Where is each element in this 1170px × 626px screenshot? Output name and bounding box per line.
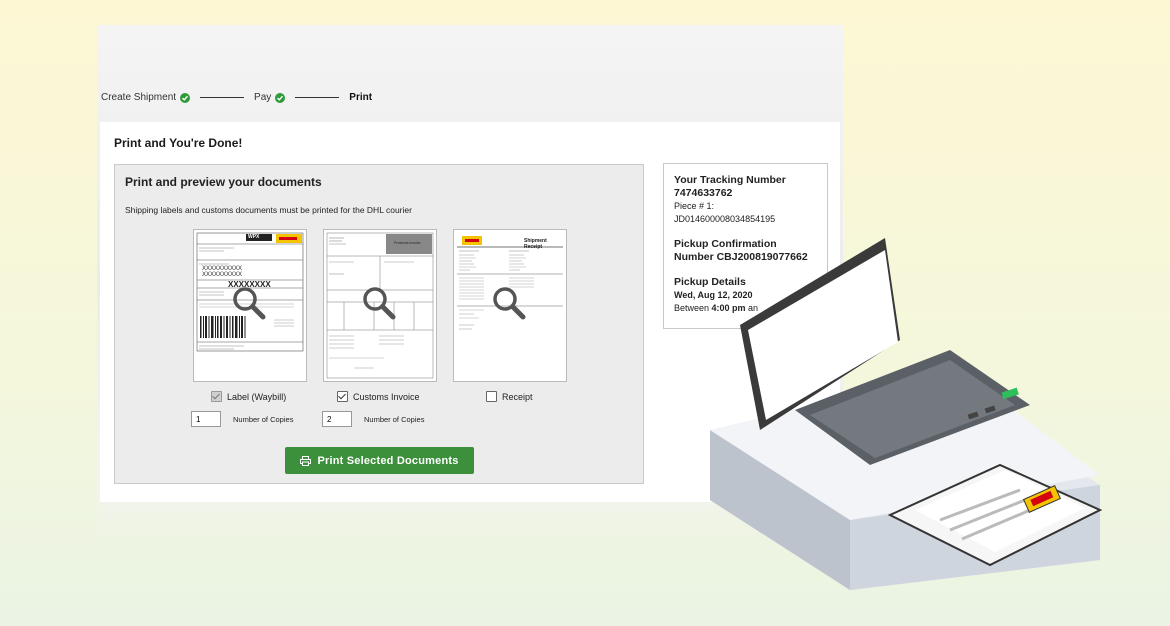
page-title: Print and You're Done!	[114, 136, 243, 150]
print-button-label: Print Selected Documents	[317, 454, 459, 467]
label-waybill-text: Label (Waybill)	[227, 391, 287, 402]
copies-label: Number of Copies	[233, 414, 294, 424]
receipt-preview[interactable]: Shipment Receipt	[453, 229, 567, 382]
waybill-copies-input[interactable]	[191, 411, 221, 427]
tracking-number: 7474633762	[674, 187, 733, 199]
step-label: Pay	[254, 92, 272, 103]
invoice-copies: Number of Copies	[322, 411, 424, 427]
step-create-shipment: Create Shipment	[101, 92, 191, 103]
step-label: Create Shipment	[101, 92, 177, 103]
step-label: Print	[349, 92, 373, 103]
check-circle-icon	[275, 92, 286, 103]
progress-stepper: Create Shipment Pay Print	[101, 92, 372, 103]
customs-invoice-preview[interactable]: Proforma Invoice	[323, 229, 437, 382]
printer-icon	[300, 455, 312, 466]
invoice-copies-input[interactable]	[322, 411, 352, 427]
check-circle-icon	[180, 92, 191, 103]
piece-id: JD014600008034854195	[674, 214, 776, 224]
magnifier-icon	[363, 287, 396, 320]
print-selected-documents-button[interactable]: Print Selected Documents	[285, 447, 474, 474]
tracking-heading: Your Tracking Number	[674, 174, 786, 186]
piece-label: Piece # 1:	[674, 201, 715, 211]
receipt-title: Shipment Receipt	[524, 238, 547, 250]
customs-invoice-checkbox[interactable]	[337, 391, 348, 402]
step-print: Print	[349, 92, 372, 103]
waybill-preview[interactable]: WPX XXXXXXXXXX XXXXXXXXXX XXXXXXXX	[193, 229, 307, 382]
receipt-option[interactable]: Receipt	[486, 391, 533, 402]
magnifier-icon	[493, 287, 526, 320]
documents-subtitle: Shipping labels and customs documents mu…	[125, 205, 412, 215]
label-waybill-checkbox[interactable]	[211, 391, 222, 402]
customs-invoice-text: Customs Invoice	[353, 391, 420, 402]
customs-invoice-option[interactable]: Customs Invoice	[337, 391, 420, 402]
invoice-title: Proforma Invoice	[394, 241, 421, 245]
step-connector	[295, 97, 340, 98]
receipt-text: Receipt	[502, 391, 533, 402]
documents-title: Print and preview your documents	[125, 175, 322, 189]
waybill-code: WPX	[248, 234, 260, 240]
step-connector	[200, 97, 245, 98]
printer-illustration	[710, 238, 1103, 590]
step-pay: Pay	[254, 92, 286, 103]
receipt-checkbox[interactable]	[486, 391, 497, 402]
documents-panel: Print and preview your documents Shippin…	[114, 164, 644, 484]
copies-label: Number of Copies	[364, 414, 425, 424]
waybill-copies: Number of Copies	[191, 411, 293, 427]
label-waybill-option[interactable]: Label (Waybill)	[211, 391, 286, 402]
waybill-xxx-short-2: XXXXXXXXXX	[202, 272, 243, 278]
magnifier-icon	[233, 287, 266, 320]
